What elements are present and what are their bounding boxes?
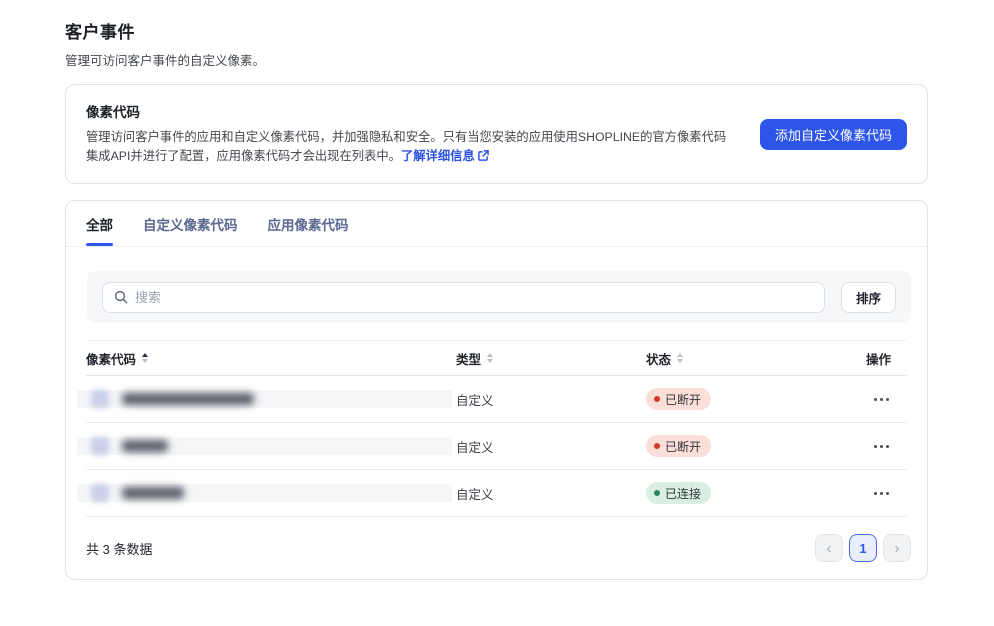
redacted-text	[122, 440, 168, 452]
status-badge: 已断开	[646, 388, 712, 410]
column-header-status[interactable]: 状态	[646, 349, 836, 368]
pagination: ‹ 1 ›	[815, 534, 911, 562]
pixel-tabs: 全部 自定义像素代码 应用像素代码	[66, 201, 927, 247]
pixel-list-card: 全部 自定义像素代码 应用像素代码 排序 像素代码 类型 状态 操作 自定义 已…	[65, 200, 928, 580]
pixel-logo-redacted-icon	[91, 390, 109, 408]
more-horizontal-icon[interactable]	[872, 392, 891, 407]
redacted-text	[122, 393, 254, 405]
sort-button[interactable]: 排序	[840, 281, 896, 313]
redacted-text	[122, 487, 184, 499]
pixel-name-redacted	[77, 484, 452, 502]
status-badge: 已断开	[646, 435, 712, 457]
add-custom-pixel-button[interactable]: 添加自定义像素代码	[759, 118, 907, 150]
table-footer: 共 3 条数据 ‹ 1 ›	[86, 517, 911, 579]
status-dot-icon	[654, 490, 660, 496]
sort-arrows-icon[interactable]	[487, 353, 494, 363]
page-subtitle: 管理可访问客户事件的自定义像素。	[65, 54, 266, 68]
search-input[interactable]	[135, 289, 813, 305]
external-link-icon	[477, 148, 489, 167]
page-title: 客户事件	[65, 23, 135, 42]
more-horizontal-icon[interactable]	[872, 439, 891, 454]
prev-page-button[interactable]: ‹	[815, 534, 843, 562]
pixel-code-card-title: 像素代码	[86, 105, 140, 120]
tab-all[interactable]: 全部	[86, 201, 113, 246]
pixel-logo-redacted-icon	[91, 437, 109, 455]
tab-custom-pixel[interactable]: 自定义像素代码	[143, 201, 238, 246]
next-page-button[interactable]: ›	[883, 534, 911, 562]
pixel-type-cell: 自定义	[456, 440, 494, 455]
pixel-logo-redacted-icon	[91, 484, 109, 502]
table-row: 自定义 已断开	[77, 423, 907, 470]
pixel-name-redacted	[77, 437, 452, 455]
pixel-code-info-text: 像素代码 管理访问客户事件的应用和自定义像素代码，并加强隐私和安全。只有当您安装…	[86, 101, 734, 167]
search-icon	[114, 290, 128, 304]
status-dot-icon	[654, 396, 660, 402]
page-1-button[interactable]: 1	[849, 534, 877, 562]
sort-arrows-icon[interactable]	[677, 353, 684, 363]
customer-events-page: 客户事件 管理可访问客户事件的自定义像素。 像素代码 管理访问客户事件的应用和自…	[0, 0, 994, 626]
search-box[interactable]	[102, 281, 825, 313]
status-dot-icon	[654, 443, 660, 449]
pixel-type-cell: 自定义	[456, 487, 494, 502]
learn-more-link[interactable]: 了解详细信息	[401, 149, 475, 163]
tab-app-pixel[interactable]: 应用像素代码	[268, 201, 349, 246]
more-horizontal-icon[interactable]	[872, 486, 891, 501]
pixel-name-redacted	[77, 390, 452, 408]
status-badge: 已连接	[646, 482, 712, 504]
table-row: 自定义 已断开	[77, 376, 907, 423]
column-header-pixel-code[interactable]: 像素代码	[86, 349, 456, 368]
column-header-actions: 操作	[865, 352, 891, 367]
pixel-type-cell: 自定义	[456, 393, 494, 408]
search-toolbar: 排序	[87, 271, 911, 323]
total-count-text: 共 3 条数据	[86, 541, 153, 557]
pixel-code-info-card: 像素代码 管理访问客户事件的应用和自定义像素代码，并加强隐私和安全。只有当您安装…	[65, 84, 928, 184]
table-row: 自定义 已连接	[77, 470, 907, 517]
pixel-code-card-description: 管理访问客户事件的应用和自定义像素代码，并加强隐私和安全。只有当您安装的应用使用…	[86, 128, 734, 167]
pixel-table: 像素代码 类型 状态 操作 自定义 已断开 自定义 已断开 自定义 已连接	[77, 340, 907, 517]
table-header-row: 像素代码 类型 状态 操作	[86, 340, 907, 376]
sort-arrows-icon[interactable]	[142, 353, 149, 363]
column-header-type[interactable]: 类型	[456, 349, 646, 368]
